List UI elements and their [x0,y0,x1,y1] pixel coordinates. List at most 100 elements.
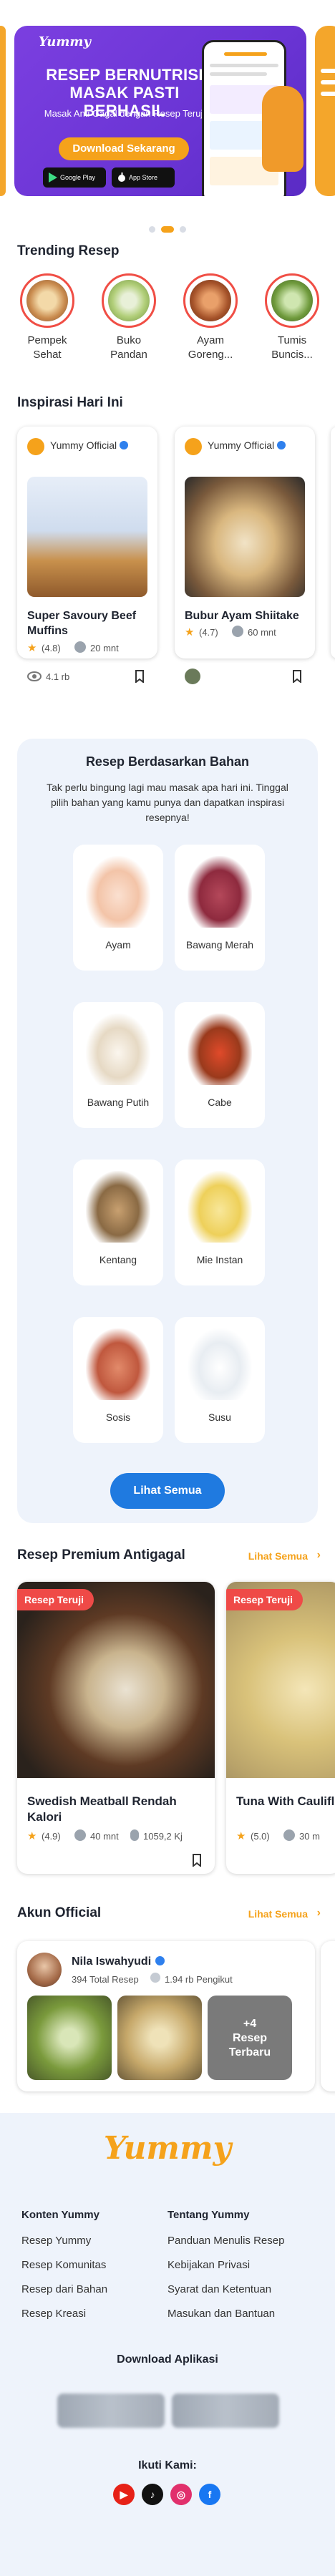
app-store-badge[interactable]: App Store [112,167,175,188]
ingredients-title: Resep Berdasarkan Bahan [85,754,250,769]
trending-thumbnail [26,280,68,321]
recipe-calories: 1059,2 Kj [143,1831,183,1842]
latest-recipe-thumbnail[interactable] [117,1996,202,2080]
ingredient-label: Mie Instan [196,1254,243,1265]
more-recipes-tile[interactable]: +4 Resep Terbaru [208,1996,292,2080]
official-account-card-peek[interactable] [321,1941,335,2091]
trending-item[interactable]: Buko Pandan [99,273,159,362]
latest-recipe-thumbnail[interactable] [27,1996,112,2080]
carousel-dot-active[interactable] [161,226,174,233]
clock-icon [232,626,243,637]
facebook-icon[interactable]: f [199,2484,220,2505]
trending-item[interactable]: Ayam Goreng... [180,273,241,362]
footer-link[interactable]: Resep Komunitas [21,2259,106,2271]
footer-link[interactable]: Resep Kreasi [21,2308,86,2320]
previous-banner-slide[interactable] [0,26,6,196]
ingredient-card-cabe[interactable]: Cabe [175,1002,265,1128]
account-avatar [27,1953,62,1987]
premium-recipe-card[interactable]: Resep Teruji Swedish Meatball Rendah Kal… [17,1582,215,1874]
trending-story-ring [102,273,156,328]
ingredient-card-susu[interactable]: Susu [175,1317,265,1443]
see-all-ingredients-button[interactable]: Lihat Semua [110,1473,225,1509]
google-play-badge[interactable]: Google Play [43,167,106,188]
premium-see-all-link[interactable]: Lihat Semua [248,1550,308,1562]
trending-thumbnail [190,280,231,321]
footer-link[interactable]: Masukan dan Bantuan [168,2308,275,2320]
trending-story-ring [265,273,319,328]
trending-item[interactable]: Tumis Buncis... [262,273,322,362]
official-section-title: Akun Official [17,1905,102,1920]
carousel-dot[interactable] [149,226,155,233]
recipe-photo [226,1582,335,1778]
trending-item-label: Pempek Sehat [27,334,67,361]
ingredient-card-bawang-merah[interactable]: Bawang Merah [175,845,265,971]
chevron-right-icon[interactable]: › [317,1907,321,1920]
instagram-icon[interactable]: ◎ [170,2484,192,2505]
google-play-store-badge[interactable] [57,2393,165,2428]
carousel-dot[interactable] [180,226,186,233]
recipe-card[interactable]: Yummy Official Bubur Ayam Shiitake ★ (4.… [175,427,315,684]
footer-link[interactable]: Panduan Menulis Resep [168,2235,284,2247]
recipe-views: 4.1 rb [46,671,70,682]
ingredient-label: Bawang Putih [87,1097,150,1108]
ingredients-description: Tak perlu bingung lagi mau masak apa har… [47,782,288,823]
bookmark-icon[interactable] [292,670,302,683]
apple-icon [118,172,125,182]
tested-recipe-badge: Resep Teruji [17,1589,94,1610]
footer-link[interactable]: Kebijakan Privasi [168,2259,250,2271]
ingredient-card-kentang[interactable]: Kentang [73,1160,163,1285]
footer-link[interactable]: Syarat dan Ketentuan [168,2283,271,2295]
trending-item[interactable]: Pempek Sehat [17,273,77,362]
milk-image [188,1328,252,1400]
footer-link[interactable]: Resep dari Bahan [21,2283,107,2295]
ingredients-section: Resep Berdasarkan Bahan Tak perlu bingun… [17,739,318,1523]
user-avatar [185,669,200,684]
banner-subline: Masak Anti Gagal dengan Resep Teruji [44,108,205,119]
chevron-right-icon[interactable]: › [317,1549,321,1562]
author-name[interactable]: Yummy Official [50,439,129,451]
youtube-icon[interactable]: ▶ [113,2484,135,2505]
ingredient-card-sosis[interactable]: Sosis [73,1317,163,1443]
recipe-rating: (4.7) [199,627,218,638]
inspiration-section-title: Inspirasi Hari Ini [17,395,123,410]
trending-thumbnail [108,280,150,321]
recipe-name: Bubur Ayam Shiitake [185,610,299,622]
premium-recipe-card[interactable]: Resep Teruji Tuna With Cauliflower Chees… [226,1582,335,1874]
official-see-all-link[interactable]: Lihat Semua [248,1908,308,1920]
official-account-card[interactable]: Nila Iswahyudi 394 Total Resep 1.94 rb P… [17,1941,315,2091]
footer-column-title: Konten Yummy [21,2209,99,2221]
garlic-image [86,1014,150,1085]
recipe-photo [17,1582,215,1778]
recipe-rating: (4.8) [42,643,61,653]
promo-carousel[interactable]: Yummy RESEP BERNUTRISI MASAK PASTI BERHA… [0,0,335,208]
carousel-indicator [0,223,335,233]
bookmark-icon[interactable] [135,670,145,683]
account-name[interactable]: Nila Iswahyudi [72,1955,165,1968]
trending-story-ring [183,273,238,328]
ingredient-card-mie-instan[interactable]: Mie Instan [175,1160,265,1285]
footer-logo[interactable]: Yummy [0,2130,335,2167]
tiktok-icon[interactable]: ♪ [142,2484,163,2505]
ingredient-card-bawang-putih[interactable]: Bawang Putih [73,1002,163,1128]
more-recipes-count: +4 [243,2018,257,2030]
chili-image [188,1014,252,1085]
bookmark-icon[interactable] [192,1854,202,1867]
clock-icon [74,641,86,653]
ingredient-card-ayam[interactable]: Ayam [73,845,163,971]
premium-section-title: Resep Premium Antigagal [17,1547,185,1562]
recipe-card[interactable]: Yummy Official Super Savoury Beef Muffin… [17,427,157,683]
site-footer: Yummy Konten Yummy Resep Yummy Resep Kom… [0,2113,335,2576]
author-name[interactable]: Yummy Official [208,439,286,451]
download-now-button[interactable]: Download Sekarang [59,137,189,160]
ingredient-label: Cabe [208,1097,232,1108]
app-store-badge-footer[interactable] [172,2393,279,2428]
footer-link[interactable]: Resep Yummy [21,2235,91,2247]
recipe-card-peek[interactable] [331,427,335,658]
google-play-icon [49,172,57,183]
next-banner-slide[interactable] [315,26,335,196]
promo-banner[interactable]: Yummy RESEP BERNUTRISI MASAK PASTI BERHA… [14,26,306,196]
download-app-title: Download Aplikasi [117,2353,218,2366]
star-icon: ★ [27,1830,37,1842]
recipe-time: 40 mnt [90,1831,119,1842]
author-avatar [27,438,44,455]
